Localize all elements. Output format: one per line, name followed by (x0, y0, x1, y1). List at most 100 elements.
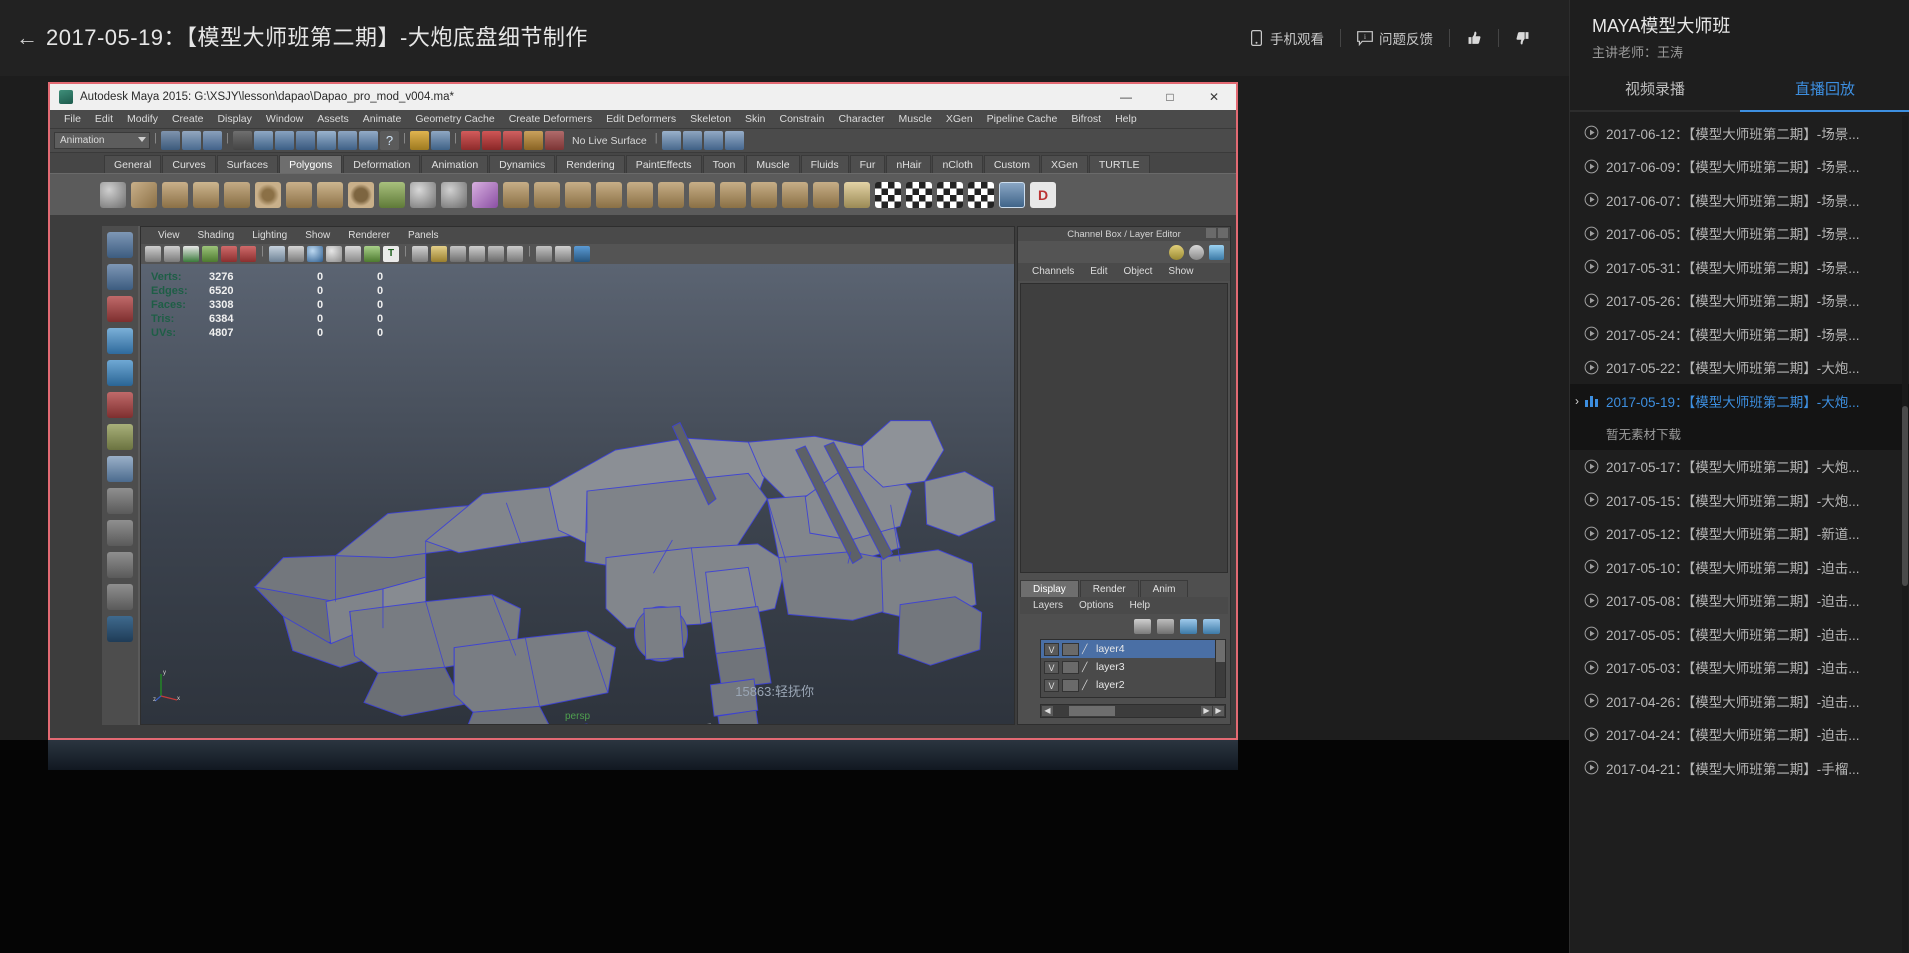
shelf-uv-checker-icon[interactable] (875, 182, 901, 208)
lesson-item-2017-05-08[interactable]: 2017-05-08：【模型大师班第二期】-迫击... (1570, 584, 1909, 618)
channel-box-filter-icon[interactable] (1169, 245, 1184, 260)
snap-uv-icon[interactable] (338, 131, 357, 150)
layer-playback-icon[interactable]: ╱ (1082, 697, 1093, 699)
shadows-icon[interactable] (450, 246, 466, 262)
help-icon[interactable]: ? (380, 131, 399, 150)
snap-view-plane-icon[interactable] (317, 131, 336, 150)
bookmarks-icon[interactable] (183, 246, 199, 262)
film-gate-icon[interactable] (574, 246, 590, 262)
two-pane-layout-icon[interactable] (107, 520, 133, 546)
sidebar-scroll-thumb[interactable] (1902, 406, 1908, 586)
shelf-uv-cylindrical-icon[interactable] (937, 182, 963, 208)
viewport-menu-show[interactable]: Show (296, 227, 339, 244)
lesson-item-2017-04-26[interactable]: 2017-04-26：【模型大师班第二期】-迫击... (1570, 684, 1909, 718)
snap-point-icon[interactable] (296, 131, 315, 150)
shelf-sculpt-geometry-icon[interactable] (472, 182, 498, 208)
shelf-polygon-pyramid-icon[interactable] (317, 182, 343, 208)
hypershade-layout-icon[interactable] (107, 616, 133, 642)
lesson-item-2017-05-03[interactable]: 2017-05-03：【模型大师班第二期】-迫击... (1570, 651, 1909, 685)
four-pane-layout-icon[interactable] (107, 552, 133, 578)
motion-blur-icon[interactable] (488, 246, 504, 262)
layer-row[interactable]: V╱layer2 (1041, 676, 1225, 694)
shelf-polygon-sphere-icon[interactable] (100, 182, 126, 208)
shelf-tab-nhair[interactable]: nHair (886, 155, 931, 173)
layer-playback-icon[interactable]: ╱ (1082, 661, 1093, 674)
lighting-all-icon[interactable] (431, 246, 447, 262)
maya-menu-muscle[interactable]: Muscle (892, 110, 939, 129)
viewport-menu-lighting[interactable]: Lighting (243, 227, 296, 244)
x-ray-joints-icon[interactable] (364, 246, 380, 262)
smooth-shade-all-icon[interactable] (288, 246, 304, 262)
select-by-object-icon[interactable] (182, 131, 201, 150)
shelf-polygon-soccer-ball-icon[interactable] (410, 182, 436, 208)
shelf-polygon-cone-icon[interactable] (193, 182, 219, 208)
layer-editor-tab-anim[interactable]: Anim (1140, 580, 1189, 597)
lesson-item-2017-06-07[interactable]: 2017-06-07：【模型大师班第二期】-场景... (1570, 183, 1909, 217)
shelf-uv-automatic-icon[interactable] (968, 182, 994, 208)
layer-visibility-toggle[interactable]: V (1044, 661, 1059, 674)
shade-textured-icon[interactable] (307, 246, 323, 262)
shelf-tab-xgen[interactable]: XGen (1041, 155, 1088, 173)
thumbs-down-button[interactable] (1499, 27, 1547, 49)
shelf-polygon-prism-icon[interactable] (286, 182, 312, 208)
layer-list-hscrollbar[interactable]: ◀ ▶ ▶ (1040, 704, 1226, 718)
shelf-tab-animation[interactable]: Animation (421, 155, 488, 173)
shelf-separate-icon[interactable] (534, 182, 560, 208)
lesson-item-2017-06-09[interactable]: 2017-06-09：【模型大师班第二期】-场景... (1570, 150, 1909, 184)
layer-visibility-toggle[interactable]: V (1044, 697, 1059, 699)
layer-row[interactable]: V╱layer1 (1041, 694, 1225, 698)
x-ray-icon[interactable] (345, 246, 361, 262)
layer-playback-icon[interactable]: ╱ (1082, 679, 1093, 692)
move-tool-icon[interactable] (107, 328, 133, 354)
shelf-tab-polygons[interactable]: Polygons (279, 155, 342, 173)
shelf-polygon-plane-icon[interactable] (224, 182, 250, 208)
layer-editor-menu-layers[interactable]: Layers (1025, 597, 1071, 614)
shelf-tab-toon[interactable]: Toon (703, 155, 746, 173)
paint-select-tool-icon[interactable] (107, 296, 133, 322)
image-plane-icon[interactable] (202, 246, 218, 262)
select-by-component-icon[interactable] (203, 131, 222, 150)
maya-menu-edit[interactable]: Edit (88, 110, 120, 129)
two-d-pan-zoom-icon[interactable] (221, 246, 237, 262)
scroll-end-arrow-icon[interactable]: ▶ (1213, 706, 1224, 716)
close-button[interactable]: ✕ (1192, 84, 1236, 110)
render-sequence-icon[interactable] (524, 131, 543, 150)
layer-editor-tab-display[interactable]: Display (1020, 580, 1079, 597)
ipr-render-icon[interactable] (482, 131, 501, 150)
lesson-item-2017-06-12[interactable]: 2017-06-12：【模型大师班第二期】-场景... (1570, 116, 1909, 150)
select-camera-icon[interactable] (145, 246, 161, 262)
lesson-item-2017-06-05[interactable]: 2017-06-05：【模型大师班第二期】-场景... (1570, 217, 1909, 251)
shelf-tab-rendering[interactable]: Rendering (556, 155, 624, 173)
channel-box-menu-show[interactable]: Show (1160, 263, 1201, 281)
lesson-item-2017-05-26[interactable]: 2017-05-26：【模型大师班第二期】-场景... (1570, 284, 1909, 318)
lesson-item-2017-05-15[interactable]: 2017-05-15：【模型大师班第二期】-大炮... (1570, 483, 1909, 517)
lesson-item-2017-05-19[interactable]: ›2017-05-19：【模型大师班第二期】-大炮... (1570, 384, 1909, 418)
layer-color-swatch[interactable] (1062, 643, 1079, 656)
snap-magnet-icon[interactable] (359, 131, 378, 150)
shelf-tab-painteffects[interactable]: PaintEffects (626, 155, 702, 173)
maya-menu-geometry-cache[interactable]: Geometry Cache (408, 110, 501, 129)
ao-icon[interactable] (469, 246, 485, 262)
layer-color-swatch[interactable] (1062, 679, 1079, 692)
viewport-menu-view[interactable]: View (149, 227, 189, 244)
maya-menu-xgen[interactable]: XGen (939, 110, 980, 129)
viewport-menu-panels[interactable]: Panels (399, 227, 448, 244)
shelf-dtools-icon[interactable]: D (1030, 182, 1056, 208)
minimize-button[interactable]: — (1104, 84, 1148, 110)
lesson-item-2017-05-17[interactable]: 2017-05-17：【模型大师班第二期】-大炮... (1570, 450, 1909, 484)
maya-menu-file[interactable]: File (57, 110, 88, 129)
layer-sort-icon[interactable] (1134, 619, 1151, 634)
render-settings-icon[interactable] (503, 131, 522, 150)
camera-attributes-icon[interactable] (164, 246, 180, 262)
shelf-multi-cut-icon[interactable] (813, 182, 839, 208)
chevron-right-icon[interactable]: › (1570, 384, 1584, 418)
layer-hscroll-thumb[interactable] (1069, 706, 1115, 716)
channel-box-menu-channels[interactable]: Channels (1024, 263, 1082, 281)
shelf-tab-fur[interactable]: Fur (850, 155, 886, 173)
shelf-tab-ncloth[interactable]: nCloth (932, 155, 982, 173)
maya-menu-skin[interactable]: Skin (738, 110, 772, 129)
viewport-3d-canvas[interactable]: Verts:327600Edges:652000Faces:330800Tris… (141, 264, 1014, 724)
channel-box-menu-edit[interactable]: Edit (1082, 263, 1115, 281)
hypershade-icon[interactable] (545, 131, 564, 150)
lesson-item-2017-05-24[interactable]: 2017-05-24：【模型大师班第二期】-场景... (1570, 317, 1909, 351)
